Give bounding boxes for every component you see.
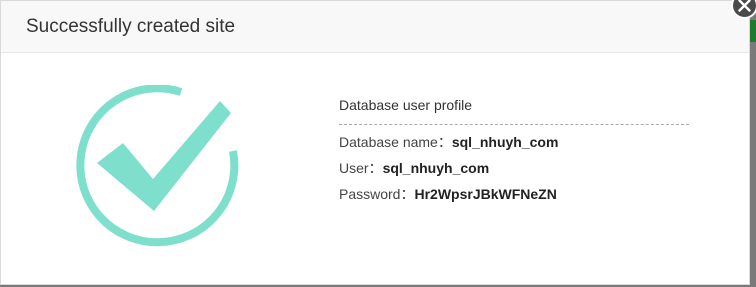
checkmark-circle-icon: [73, 84, 243, 254]
success-dialog: Successfully created site Database user …: [0, 0, 750, 285]
dialog-title: Successfully created site: [26, 16, 236, 37]
divider: [339, 124, 689, 125]
close-icon: [738, 0, 751, 12]
database-heading: Database user profile: [339, 97, 473, 113]
database-user-label: User：: [339, 160, 383, 176]
background-edge: [750, 20, 756, 42]
database-password-row: Password：Hr2WpsrJBkWFNeZN: [339, 185, 689, 203]
database-password-value: Hr2WpsrJBkWFNeZN: [414, 186, 557, 202]
database-user-value: sql_nhuyh_com: [382, 160, 490, 176]
database-user-row: User：sql_nhuyh_com: [339, 159, 689, 177]
database-name-row: Database name：sql_nhuyh_com: [339, 133, 689, 151]
database-name-value: sql_nhuyh_com: [451, 134, 559, 150]
database-info: Database user profile Database name：sql_…: [339, 96, 689, 203]
dialog-header: Successfully created site: [1, 1, 749, 53]
database-password-label: Password：: [339, 186, 415, 202]
database-name-label: Database name：: [339, 134, 452, 150]
